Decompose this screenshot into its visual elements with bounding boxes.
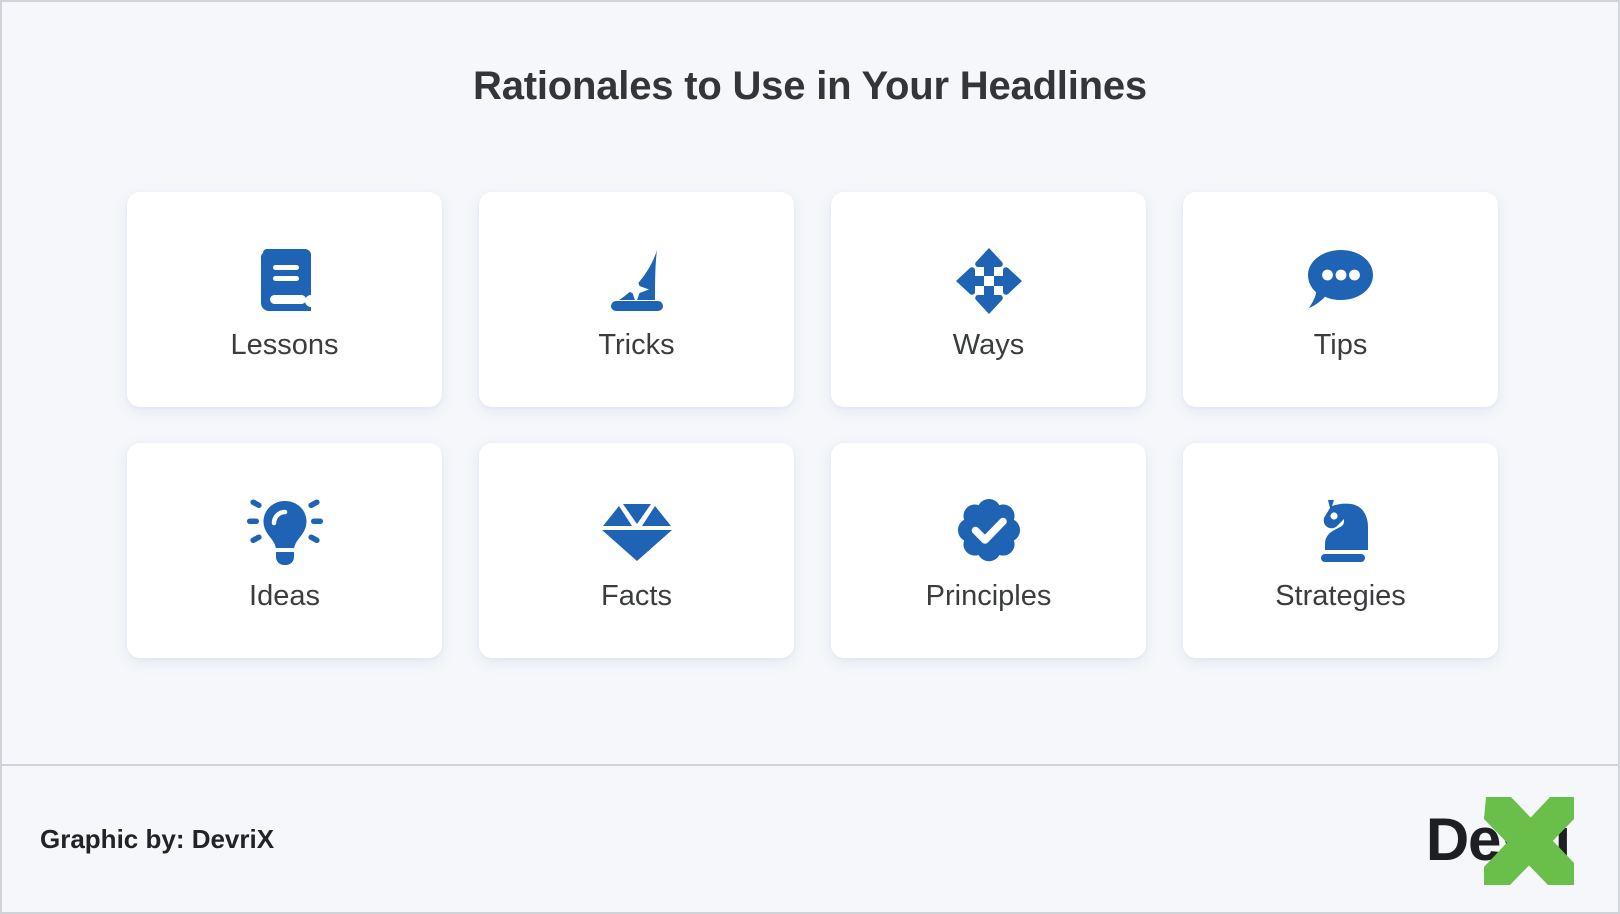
verified-check-icon xyxy=(956,489,1022,575)
devrix-logo: Devri xyxy=(1426,794,1574,885)
infographic-canvas: Rationales to Use in Your Headlines Less… xyxy=(0,0,1620,914)
book-icon xyxy=(255,238,315,324)
card-principles[interactable]: Principles xyxy=(831,443,1146,658)
footer-bar: Graphic by: DevriX Devri xyxy=(2,764,1618,912)
card-ideas[interactable]: Ideas xyxy=(127,443,442,658)
speech-bubble-dots-icon xyxy=(1307,238,1375,324)
card-label: Facts xyxy=(601,579,672,612)
card-label: Ways xyxy=(952,328,1025,361)
card-tips[interactable]: Tips xyxy=(1183,192,1498,407)
footer-credit: Graphic by: DevriX xyxy=(40,823,275,854)
card-label: Lessons xyxy=(230,328,339,361)
card-label: Principles xyxy=(925,579,1052,612)
page-title: Rationales to Use in Your Headlines xyxy=(473,64,1147,108)
chess-knight-icon xyxy=(1311,489,1371,575)
card-label: Ideas xyxy=(249,579,320,612)
card-label: Tricks xyxy=(598,328,675,361)
wizard-hat-icon xyxy=(605,238,669,324)
card-label: Tips xyxy=(1313,328,1368,361)
devrix-logo-x-icon xyxy=(1484,797,1574,885)
move-arrows-icon xyxy=(955,238,1022,324)
card-tricks[interactable]: Tricks xyxy=(479,192,794,407)
gem-icon xyxy=(601,489,673,575)
main-content-area: Rationales to Use in Your Headlines Less… xyxy=(2,2,1618,764)
lightbulb-icon xyxy=(246,489,323,575)
card-facts[interactable]: Facts xyxy=(479,443,794,658)
card-strategies[interactable]: Strategies xyxy=(1183,443,1498,658)
card-lessons[interactable]: Lessons xyxy=(127,192,442,407)
card-ways[interactable]: Ways xyxy=(831,192,1146,407)
card-label: Strategies xyxy=(1275,579,1406,612)
card-grid: Lessons Tricks Ways Tips Ideas Facts Pri… xyxy=(127,192,1498,658)
